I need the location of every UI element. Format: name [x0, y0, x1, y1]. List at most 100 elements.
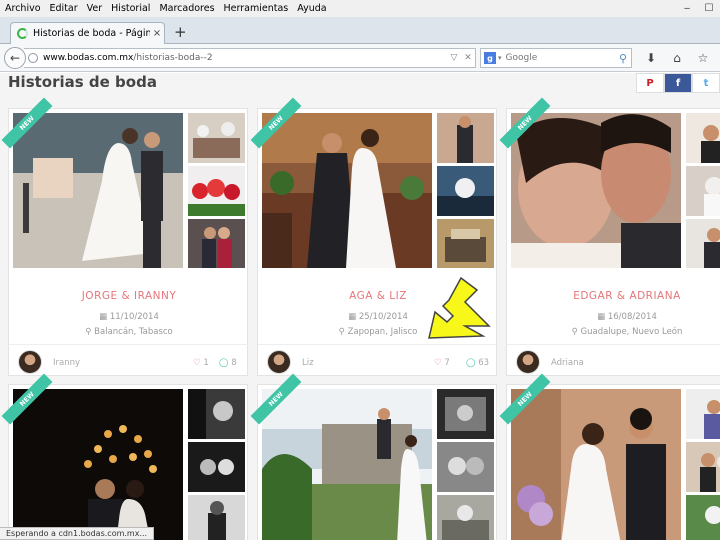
main-photo[interactable]: [13, 113, 183, 268]
date-text: 16/08/2014: [607, 312, 657, 322]
thumbnail-photo[interactable]: [686, 113, 720, 163]
menu-historial[interactable]: Historial: [111, 3, 150, 14]
page-content: Historias de boda P f t NEW JORGE & IRAN…: [0, 73, 720, 540]
couple-names[interactable]: JORGE & IRANNY: [9, 290, 249, 302]
tab-active[interactable]: Historias de boda - Página 2 ×: [10, 22, 165, 44]
story-card[interactable]: NEW: [1, 373, 248, 540]
thumbnail-photo[interactable]: [188, 389, 245, 439]
story-card[interactable]: NEW JORGE & IRANNY ▦ 11/10/2014 ⚲ Balanc…: [1, 97, 249, 376]
menu-marcadores[interactable]: Marcadores: [159, 3, 214, 14]
menu-archivo[interactable]: Archivo: [5, 3, 41, 14]
story-card[interactable]: NEW EDGAR & ADRIANA ▦ 16/08/2014 ⚲ Guada…: [499, 97, 720, 376]
menu-editar[interactable]: Editar: [50, 3, 78, 14]
thumbnail-photo[interactable]: [188, 219, 245, 268]
url-bar[interactable]: www.bodas.com.mx/historias-boda--2 ▽ ✕: [24, 48, 476, 68]
photo-gallery[interactable]: NEW: [499, 97, 720, 268]
loading-spinner-icon: [17, 28, 28, 39]
main-photo[interactable]: [13, 389, 183, 540]
status-bar: Esperando a cdn1.bodas.com.mx...: [0, 527, 155, 540]
main-photo[interactable]: [511, 113, 681, 268]
thumbnail-photo[interactable]: [686, 442, 720, 492]
menu-bar: Archivo Editar Ver Historial Marcadores …: [0, 0, 720, 17]
thumbnail-photo[interactable]: [686, 166, 720, 216]
main-photo[interactable]: [262, 389, 432, 540]
username[interactable]: Iranny: [53, 358, 80, 368]
thumbnail-photo[interactable]: [188, 113, 245, 163]
thumbnail-photo[interactable]: [437, 495, 494, 540]
new-tab-button[interactable]: +: [174, 23, 187, 41]
google-icon[interactable]: g: [484, 52, 496, 64]
stop-icon[interactable]: ✕: [461, 53, 475, 63]
comments-value: 8: [231, 358, 237, 368]
story-card[interactable]: NEW: [250, 373, 497, 540]
photo-gallery[interactable]: NEW: [499, 373, 720, 540]
url-host: www.bodas.com.mx: [43, 53, 134, 63]
back-button[interactable]: ←: [4, 47, 26, 69]
calendar-icon: ▦: [99, 312, 110, 322]
card-footer: Iranny ♡ 1 ◯ 8: [9, 344, 249, 376]
calendar-icon: ▦: [597, 312, 608, 322]
bookmark-star-icon[interactable]: ☆: [690, 48, 716, 68]
twitter-icon[interactable]: t: [692, 73, 720, 93]
photo-gallery[interactable]: NEW: [1, 97, 245, 268]
thumbnail-photo[interactable]: [686, 389, 720, 439]
tab-title: Historias de boda - Página 2: [33, 28, 150, 39]
comments-count[interactable]: ◯ 8: [219, 358, 237, 368]
pinterest-icon[interactable]: P: [636, 73, 664, 93]
thumbnail-photo[interactable]: [686, 495, 720, 540]
calendar-icon: ▦: [348, 312, 359, 322]
tab-bar: Historias de boda - Página 2 × +: [0, 17, 720, 44]
username[interactable]: Liz: [302, 358, 314, 368]
wedding-date: ▦ 16/08/2014: [507, 312, 720, 322]
download-icon[interactable]: ⬇: [638, 48, 664, 68]
menu-herramientas[interactable]: Herramientas: [224, 3, 289, 14]
maximize-icon[interactable]: ☐: [698, 0, 720, 17]
username[interactable]: Adriana: [551, 358, 584, 368]
thumbnail-photo[interactable]: [188, 166, 245, 216]
thumbnail-photo[interactable]: [188, 495, 245, 540]
url-text: www.bodas.com.mx/historias-boda--2: [43, 53, 447, 63]
comments-count[interactable]: ◯ 63: [466, 358, 489, 368]
tab-close-icon[interactable]: ×: [150, 28, 164, 39]
place-text: Guadalupe, Nuevo León: [580, 327, 683, 337]
photo-gallery[interactable]: NEW: [250, 373, 494, 540]
menu-ayuda[interactable]: Ayuda: [297, 3, 326, 14]
thumbnail-photo[interactable]: [437, 166, 494, 216]
likes-count[interactable]: ♡ 7: [434, 358, 450, 368]
search-bar[interactable]: g ▾ Google ⚲: [480, 48, 632, 68]
home-icon[interactable]: ⌂: [664, 48, 690, 68]
likes-value: 7: [444, 358, 450, 368]
photo-gallery[interactable]: NEW: [1, 373, 245, 540]
story-card[interactable]: NEW: [499, 373, 720, 540]
location-pin-icon: ⚲: [571, 327, 581, 337]
likes-count[interactable]: ♡ 1: [193, 358, 209, 368]
photo-gallery[interactable]: NEW: [250, 97, 494, 268]
wedding-place: ⚲ Balancán, Tabasco: [9, 327, 249, 337]
thumbnail-photo[interactable]: [188, 442, 245, 492]
menu-ver[interactable]: Ver: [87, 3, 103, 14]
search-engine-dropdown-icon[interactable]: ▾: [498, 54, 502, 62]
card-footer: Liz ♡ 7 ◯ 63: [258, 344, 498, 376]
thumbnail-photo[interactable]: [437, 219, 494, 268]
heart-icon: ♡: [434, 358, 445, 368]
dropdown-icon[interactable]: ▽: [447, 53, 461, 63]
search-engine-label: Google: [505, 53, 538, 63]
main-photo[interactable]: [262, 113, 432, 268]
couple-names[interactable]: EDGAR & ADRIANA: [507, 290, 720, 302]
facebook-icon[interactable]: f: [664, 73, 692, 93]
thumbnail-photo[interactable]: [686, 219, 720, 268]
minimize-icon[interactable]: ‒: [676, 0, 698, 17]
thumbnail-photo[interactable]: [437, 389, 494, 439]
avatar[interactable]: [267, 350, 291, 374]
likes-value: 1: [203, 358, 209, 368]
avatar[interactable]: [516, 350, 540, 374]
thumbnail-photo[interactable]: [437, 113, 494, 163]
search-icon[interactable]: ⚲: [615, 52, 631, 65]
main-photo[interactable]: [511, 389, 681, 540]
avatar[interactable]: [18, 350, 42, 374]
date-text: 25/10/2014: [358, 312, 408, 322]
comment-bubble-icon: ◯: [466, 358, 479, 368]
thumbnail-photo[interactable]: [437, 442, 494, 492]
place-text: Zapopan, Jalisco: [347, 327, 418, 337]
wedding-date: ▦ 11/10/2014: [9, 312, 249, 322]
